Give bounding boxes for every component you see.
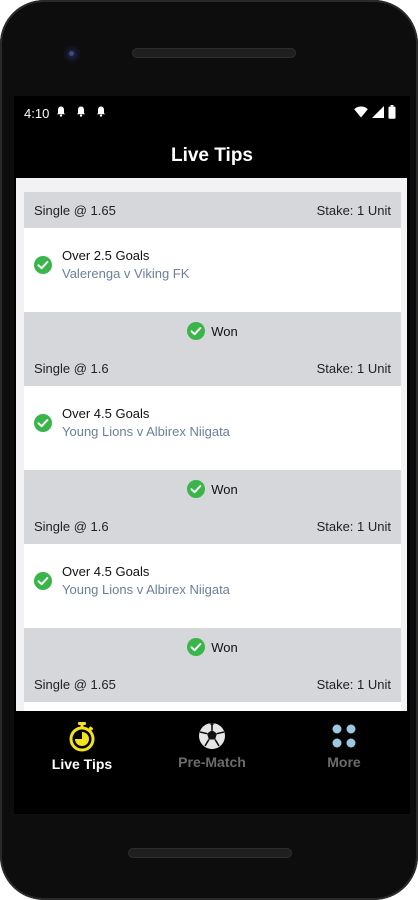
- top-speaker: [132, 48, 296, 58]
- page-title: Live Tips: [170, 145, 253, 166]
- bottom-nav: Live Tips Pre-Match More: [14, 714, 410, 814]
- tip-match: Valerenga v Viking FK: [62, 266, 190, 281]
- nav-label: Live Tips: [51, 756, 113, 772]
- stopwatch-icon: [69, 722, 95, 752]
- status-time: 4:10: [24, 106, 50, 121]
- check-circle-icon: [34, 572, 52, 590]
- bell-icon: [96, 106, 106, 117]
- status-bar: 4:10: [14, 96, 410, 130]
- tip-match: Young Lions v Albirex Niigata: [62, 424, 230, 439]
- wifi-icon: [354, 106, 368, 118]
- tip-market: Over 2.5 Goals: [62, 248, 150, 263]
- screen: 4:10 Live Tips Single @ 1.65 Stake: 1 Un…: [14, 96, 410, 814]
- tip-result: Won: [24, 470, 401, 508]
- tip-header: Single @ 1.65 Stake: 1 Unit: [24, 192, 401, 228]
- tip-header: Single @ 1.65 Stake: 1 Unit: [24, 666, 401, 702]
- tip-body: Over 2.5 Goals Valerenga v Viking FK: [24, 228, 401, 312]
- tip-match: Young Lions v Albirex Niigata: [62, 582, 230, 597]
- tip-card[interactable]: Single @ 1.65 Stake: 1 Unit Over 2.5 Goa…: [24, 192, 401, 350]
- tip-result: Won: [24, 628, 401, 666]
- nav-pre-match[interactable]: Pre-Match: [152, 722, 272, 770]
- tip-market: Over 4.5 Goals: [62, 564, 150, 579]
- result-label: Won: [211, 323, 238, 339]
- soccer-ball-icon: [199, 723, 225, 749]
- battery-icon: [388, 105, 396, 119]
- grid-dots-icon: [332, 724, 356, 748]
- bet-type: Single @ 1.65: [34, 676, 116, 692]
- bet-type: Single @ 1.6: [34, 360, 109, 376]
- tip-card[interactable]: Single @ 1.65 Stake: 1 Unit: [24, 666, 401, 711]
- signal-icon: [372, 106, 384, 118]
- check-circle-icon: [187, 322, 206, 340]
- check-circle-icon: [187, 638, 206, 656]
- check-circle-icon: [34, 414, 52, 432]
- tip-body: Over 4.5 Goals Young Lions v Albirex Nii…: [24, 386, 401, 470]
- tip-body: Over 4.5 Goals Young Lions v Albirex Nii…: [24, 544, 401, 628]
- check-circle-icon: [34, 256, 52, 274]
- stake: Stake: 1 Unit: [316, 518, 391, 534]
- nav-more[interactable]: More: [284, 722, 404, 770]
- bet-type: Single @ 1.65: [34, 202, 116, 218]
- app-header: Live Tips: [14, 136, 410, 176]
- bottom-speaker: [128, 848, 292, 858]
- tips-list[interactable]: Single @ 1.65 Stake: 1 Unit Over 2.5 Goa…: [16, 178, 407, 711]
- notification-icons: [56, 106, 106, 117]
- tip-card[interactable]: Single @ 1.6 Stake: 1 Unit Over 4.5 Goal…: [24, 508, 401, 666]
- bell-icon: [56, 106, 66, 117]
- bet-type: Single @ 1.6: [34, 518, 109, 534]
- result-label: Won: [211, 639, 238, 655]
- stake: Stake: 1 Unit: [316, 676, 391, 692]
- status-right-icons: [354, 105, 396, 119]
- bell-icon: [76, 106, 86, 117]
- tip-header: Single @ 1.6 Stake: 1 Unit: [24, 350, 401, 386]
- phone-frame: 4:10 Live Tips Single @ 1.65 Stake: 1 Un…: [0, 0, 418, 900]
- nav-live-tips[interactable]: Live Tips: [22, 722, 142, 772]
- stake: Stake: 1 Unit: [316, 360, 391, 376]
- front-camera: [64, 46, 80, 62]
- tip-body: [24, 702, 401, 711]
- nav-label: More: [327, 754, 361, 770]
- stake: Stake: 1 Unit: [316, 202, 391, 218]
- tip-market: Over 4.5 Goals: [62, 406, 150, 421]
- tip-card[interactable]: Single @ 1.6 Stake: 1 Unit Over 4.5 Goal…: [24, 350, 401, 508]
- check-circle-icon: [187, 480, 206, 498]
- tip-header: Single @ 1.6 Stake: 1 Unit: [24, 508, 401, 544]
- tip-result: Won: [24, 312, 401, 350]
- nav-label: Pre-Match: [178, 754, 246, 770]
- result-label: Won: [211, 481, 238, 497]
